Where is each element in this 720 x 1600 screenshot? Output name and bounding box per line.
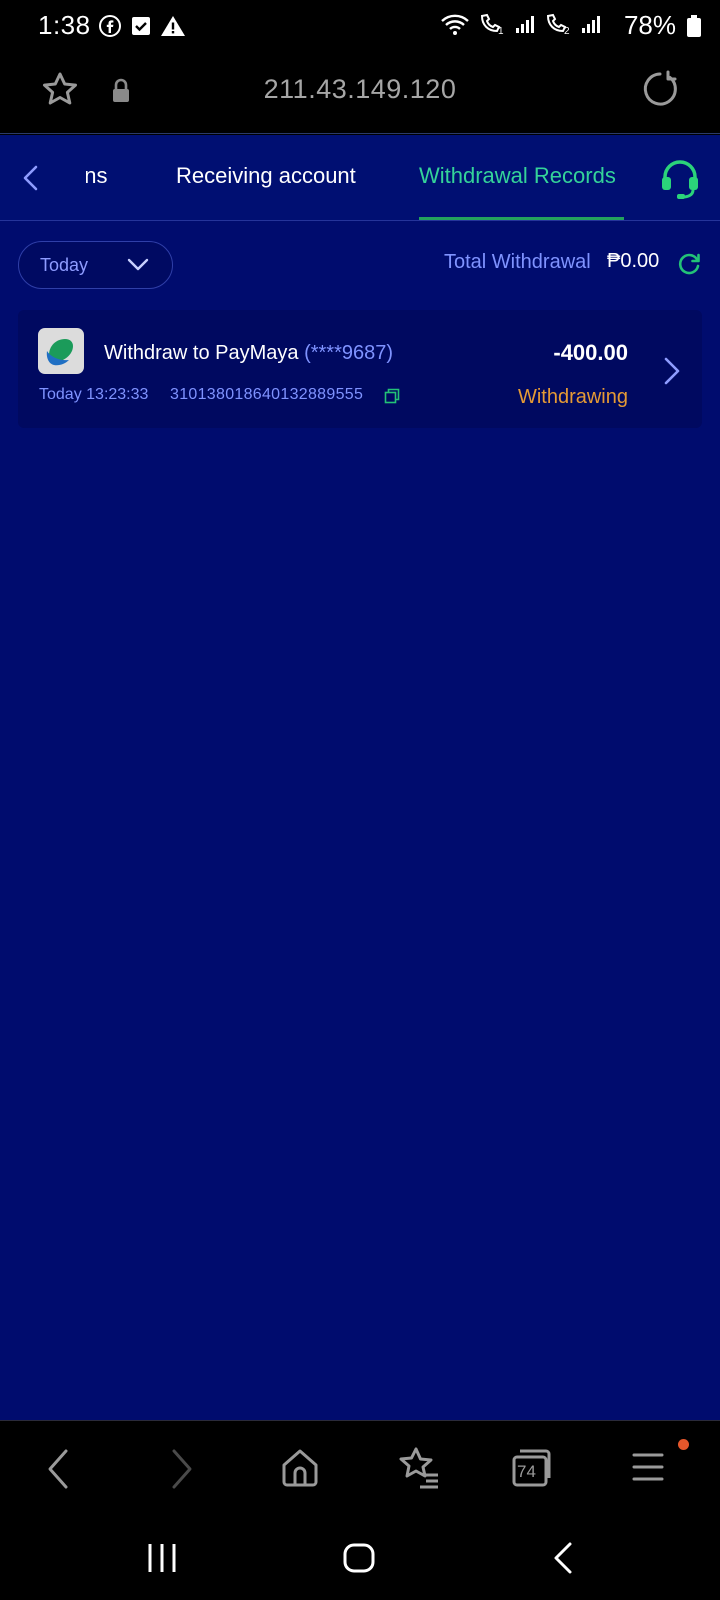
bookmarks-icon[interactable]	[396, 1445, 442, 1489]
chevron-down-icon	[127, 258, 149, 271]
tab-withdrawal-records[interactable]: Withdrawal Records	[419, 163, 616, 189]
status-icons-left	[98, 14, 186, 38]
status-icons-right: 1 2	[440, 12, 602, 36]
tab-count: 74	[517, 1462, 536, 1481]
tab-receiving-account[interactable]: Receiving account	[176, 163, 356, 189]
recent-apps-icon[interactable]	[144, 1540, 180, 1576]
svg-text:1: 1	[498, 26, 504, 36]
copy-icon[interactable]	[384, 388, 400, 404]
volte-sim2-icon: 2	[546, 13, 570, 36]
facebook-icon	[99, 15, 121, 37]
svg-text:2: 2	[564, 26, 570, 36]
tab-scroll-left-icon[interactable]	[20, 163, 42, 193]
total-withdrawal-value: ₱0.00	[607, 250, 660, 272]
back-arrow-icon[interactable]	[44, 1445, 74, 1493]
app-content: ons Receiving account Withdrawal Records…	[0, 135, 720, 1420]
date-filter-dropdown[interactable]: Today	[18, 241, 173, 289]
record-amount: -400.00	[553, 340, 628, 365]
active-tab-indicator	[419, 217, 624, 220]
refresh-icon[interactable]	[676, 251, 702, 277]
status-bar: 1:38 1 2 78%	[0, 0, 720, 52]
volte-sim1-icon: 1	[480, 13, 504, 36]
signal-sim1-icon	[516, 16, 534, 33]
tabs-button[interactable]: 74	[510, 1445, 556, 1494]
url-text[interactable]: 211.43.149.120	[0, 74, 720, 105]
reload-icon[interactable]	[640, 69, 680, 109]
record-account: (****9687)	[304, 342, 394, 364]
record-title: Withdraw to PayMaya	[104, 342, 299, 364]
signal-sim2-icon	[582, 16, 600, 33]
wifi-icon	[441, 14, 469, 35]
menu-icon[interactable]	[628, 1445, 668, 1489]
forward-arrow-icon[interactable]	[166, 1445, 196, 1493]
battery-icon	[687, 15, 701, 37]
system-back-icon[interactable]	[550, 1540, 580, 1576]
browser-url-bar: 211.43.149.120	[0, 52, 720, 134]
tab-partial-hidden[interactable]: ons	[86, 163, 124, 189]
paymaya-logo	[38, 328, 84, 374]
withdrawal-record-item[interactable]: Withdraw to PayMaya (****9687) Today 13:…	[18, 310, 702, 428]
status-time: 1:38	[38, 10, 91, 40]
warning-icon	[161, 16, 185, 36]
browser-toolbar: 74	[0, 1420, 720, 1516]
chevron-right-icon	[664, 357, 680, 385]
system-home-icon[interactable]	[342, 1540, 378, 1576]
checkbox-notification-icon	[132, 17, 150, 35]
record-transaction-id: 310138018640132889555	[170, 386, 364, 403]
menu-notification-badge	[678, 1439, 689, 1450]
date-filter-label: Today	[40, 255, 89, 275]
record-status: Withdrawing	[517, 386, 628, 408]
record-time: Today 13:23:33	[39, 386, 149, 403]
headset-support-icon[interactable]	[658, 157, 702, 201]
home-icon[interactable]	[278, 1445, 322, 1489]
record-title-line: Withdraw to PayMaya (****9687)	[104, 342, 393, 365]
total-withdrawal-label: Total Withdrawal	[444, 251, 591, 273]
tab-bar: ons Receiving account Withdrawal Records	[0, 135, 720, 221]
system-navigation-bar	[0, 1516, 720, 1600]
battery-percentage: 78%	[623, 10, 676, 40]
